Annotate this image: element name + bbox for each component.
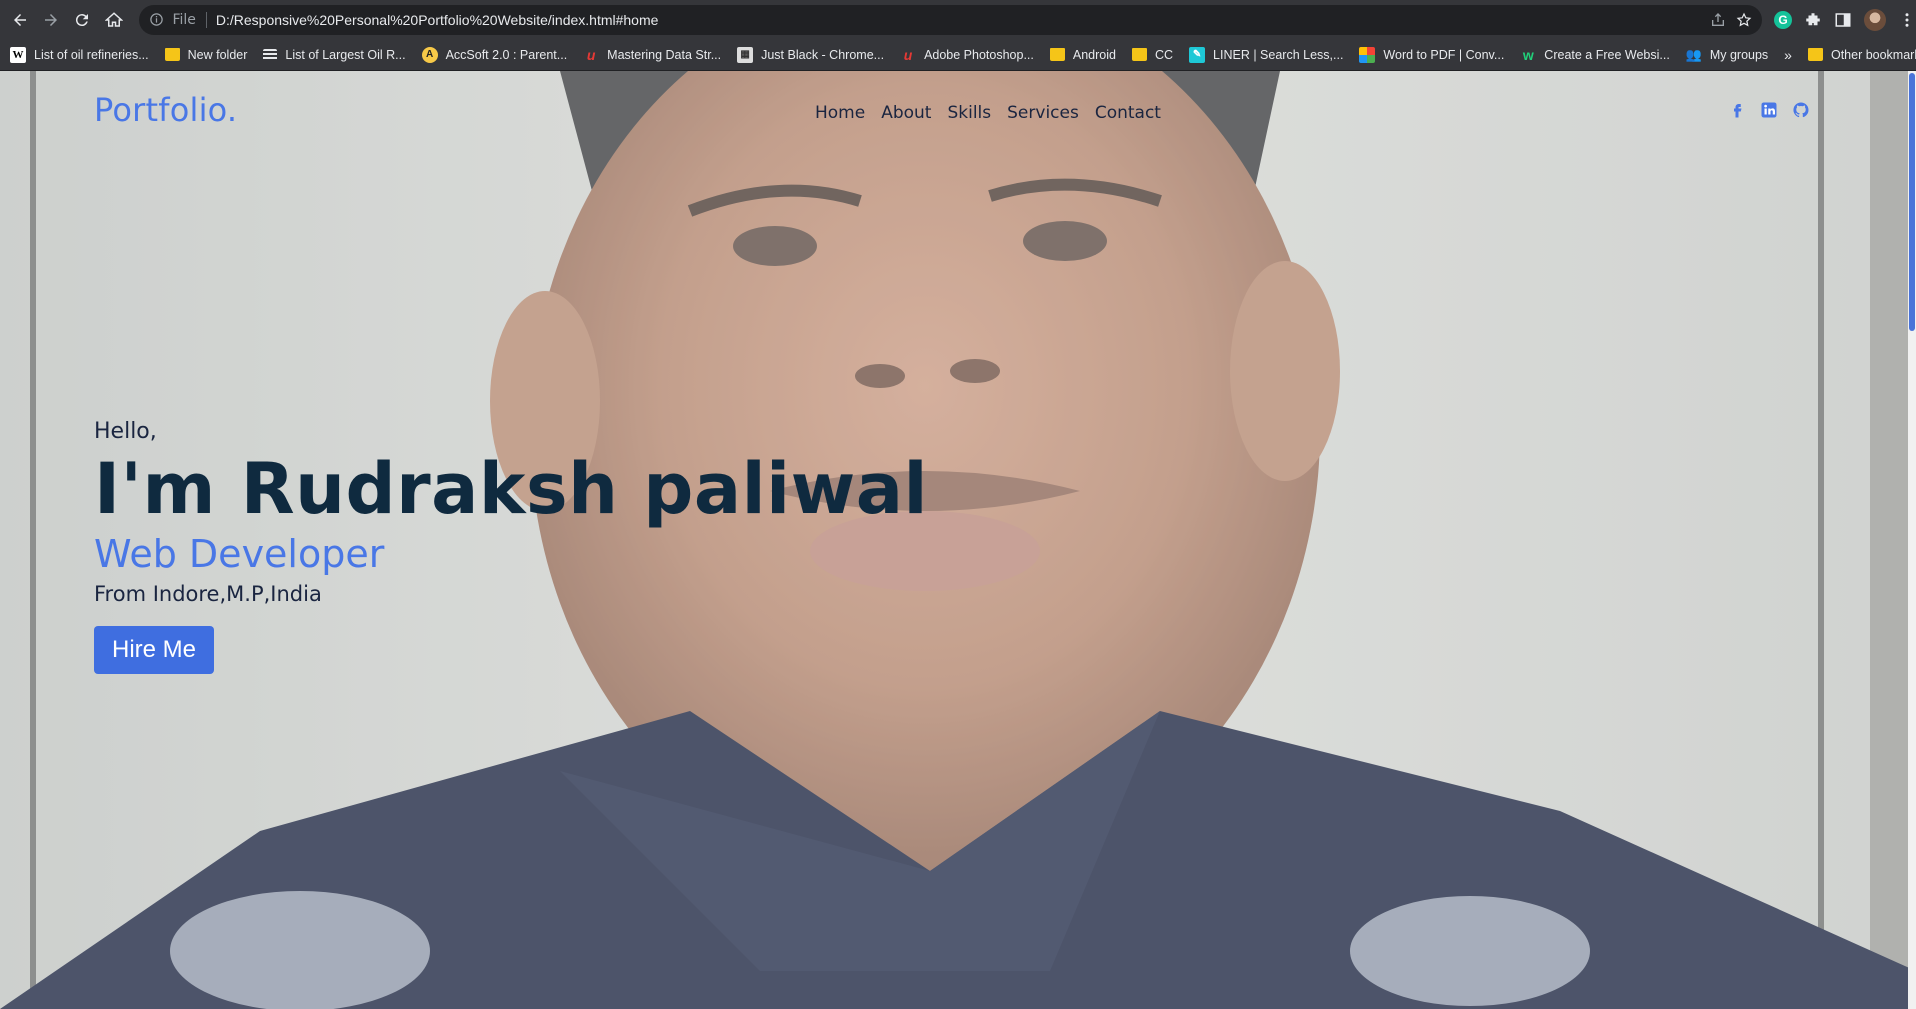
bookmark-item[interactable]: New folder <box>164 47 248 62</box>
bookmarks-bar: W List of oil refineries... New folder Li… <box>0 39 1916 71</box>
wix-icon: w <box>1522 46 1534 63</box>
bookmark-item[interactable]: u Mastering Data Str... <box>583 47 721 63</box>
hero-section: Hello, I'm Rudraksh paliwal Web Develope… <box>94 419 928 674</box>
bookmark-item[interactable]: W List of oil refineries... <box>10 46 149 63</box>
nav-link-services[interactable]: Services <box>1007 103 1079 123</box>
bookmark-item[interactable]: 👥 My groups <box>1686 47 1768 63</box>
list-icon <box>263 48 278 61</box>
bookmark-label: Mastering Data Str... <box>607 47 722 62</box>
bookmarks-overflow-button[interactable]: » <box>1784 47 1792 63</box>
chrome-store-icon: ▦ <box>737 46 754 63</box>
bookmark-label: Other bookmarks <box>1830 47 1916 62</box>
hero-role: Web Developer <box>94 532 385 576</box>
extensions-puzzle-icon[interactable] <box>1804 11 1822 29</box>
word-to-pdf-icon <box>1359 46 1376 63</box>
bookmark-label: Just Black - Chrome... <box>761 47 885 62</box>
bookmark-item[interactable]: Android <box>1049 47 1116 62</box>
social-links <box>1728 101 1810 119</box>
udemy-icon: u <box>903 46 913 63</box>
bookmark-item[interactable]: ✎ LINER | Search Less,... <box>1189 46 1344 63</box>
bookmark-item[interactable]: A AccSoft 2.0 : Parent... <box>421 46 568 63</box>
bookmark-label: Android <box>1072 47 1116 62</box>
bookmark-label: CC <box>1154 47 1174 62</box>
accsoft-icon: A <box>421 46 438 63</box>
github-icon[interactable] <box>1792 101 1810 119</box>
folder-icon <box>164 48 180 61</box>
folder-icon <box>1049 48 1065 61</box>
url-text[interactable]: D:/Responsive%20Personal%20Portfolio%20W… <box>216 12 659 28</box>
forward-arrow-icon <box>45 13 58 26</box>
bookmark-label: List of Largest Oil R... <box>285 47 406 62</box>
nav-link-skills[interactable]: Skills <box>947 103 991 123</box>
home-icon <box>104 11 123 27</box>
main-nav: Home About Skills Services Contact <box>815 103 1161 123</box>
bookmark-star-icon[interactable] <box>1736 12 1752 28</box>
nav-link-contact[interactable]: Contact <box>1095 103 1161 123</box>
page-scrollbar[interactable] <box>1908 71 1916 1009</box>
bookmark-label: Adobe Photoshop... <box>924 47 1034 62</box>
share-icon[interactable] <box>1710 12 1726 28</box>
linkedin-icon[interactable] <box>1760 101 1778 119</box>
forward-button[interactable] <box>37 6 64 34</box>
reload-button[interactable] <box>69 6 96 34</box>
bookmark-item[interactable]: ▦ Just Black - Chrome... <box>737 46 885 63</box>
back-button[interactable] <box>6 6 33 34</box>
bookmark-label: List of oil refineries... <box>34 47 149 62</box>
back-arrow-icon <box>13 13 26 26</box>
site-header: Portfolio. Home About Skills Services Co… <box>0 71 1908 151</box>
site-logo[interactable]: Portfolio. <box>94 91 237 129</box>
hire-me-button[interactable]: Hire Me <box>94 626 215 674</box>
browser-toolbar: File D:/Responsive%20Personal%20Portfoli… <box>0 0 1916 39</box>
address-bar[interactable]: File D:/Responsive%20Personal%20Portfoli… <box>139 4 1762 35</box>
scrollbar-thumb[interactable] <box>1909 73 1915 331</box>
nav-link-about[interactable]: About <box>881 103 931 123</box>
bookmark-label: LINER | Search Less,... <box>1213 47 1344 62</box>
folder-icon <box>1807 48 1823 61</box>
bookmark-item[interactable]: w Create a Free Websi... <box>1520 47 1670 63</box>
bookmark-item[interactable]: Word to PDF | Conv... <box>1359 46 1505 63</box>
folder-icon <box>1131 48 1147 61</box>
nav-link-home[interactable]: Home <box>815 103 865 123</box>
groups-icon: 👥 <box>1685 46 1702 62</box>
grammarly-extension-icon[interactable]: G <box>1773 10 1792 29</box>
other-bookmarks[interactable]: Other bookmarks <box>1807 47 1916 62</box>
profile-avatar[interactable] <box>1863 8 1886 31</box>
bookmark-label: AccSoft 2.0 : Parent... <box>445 47 568 62</box>
portfolio-page: Portfolio. Home About Skills Services Co… <box>0 71 1916 1009</box>
menu-kebab-icon[interactable] <box>1898 11 1916 29</box>
bookmark-item[interactable]: List of Largest Oil R... <box>263 47 406 62</box>
side-panel-icon[interactable] <box>1834 11 1852 29</box>
hero-greeting: Hello, <box>94 419 157 444</box>
reload-icon <box>76 13 89 26</box>
bookmark-label: Create a Free Websi... <box>1544 47 1670 62</box>
hero-name-heading: I'm Rudraksh paliwal <box>94 448 929 530</box>
facebook-icon[interactable] <box>1728 101 1746 119</box>
url-scheme: File <box>172 11 196 28</box>
bookmark-label: Word to PDF | Conv... <box>1383 47 1505 62</box>
liner-icon: ✎ <box>1189 46 1206 63</box>
bookmark-label: New folder <box>187 47 248 62</box>
home-button[interactable] <box>100 6 127 34</box>
info-icon[interactable] <box>149 12 164 27</box>
hero-location: From Indore,M.P,India <box>94 582 322 606</box>
bookmark-item[interactable]: u Adobe Photoshop... <box>900 47 1034 63</box>
bookmark-item[interactable]: CC <box>1131 47 1174 62</box>
bookmark-label: My groups <box>1709 47 1769 62</box>
udemy-icon: u <box>586 46 596 63</box>
url-separator <box>205 11 207 28</box>
wikipedia-icon: W <box>10 46 26 63</box>
